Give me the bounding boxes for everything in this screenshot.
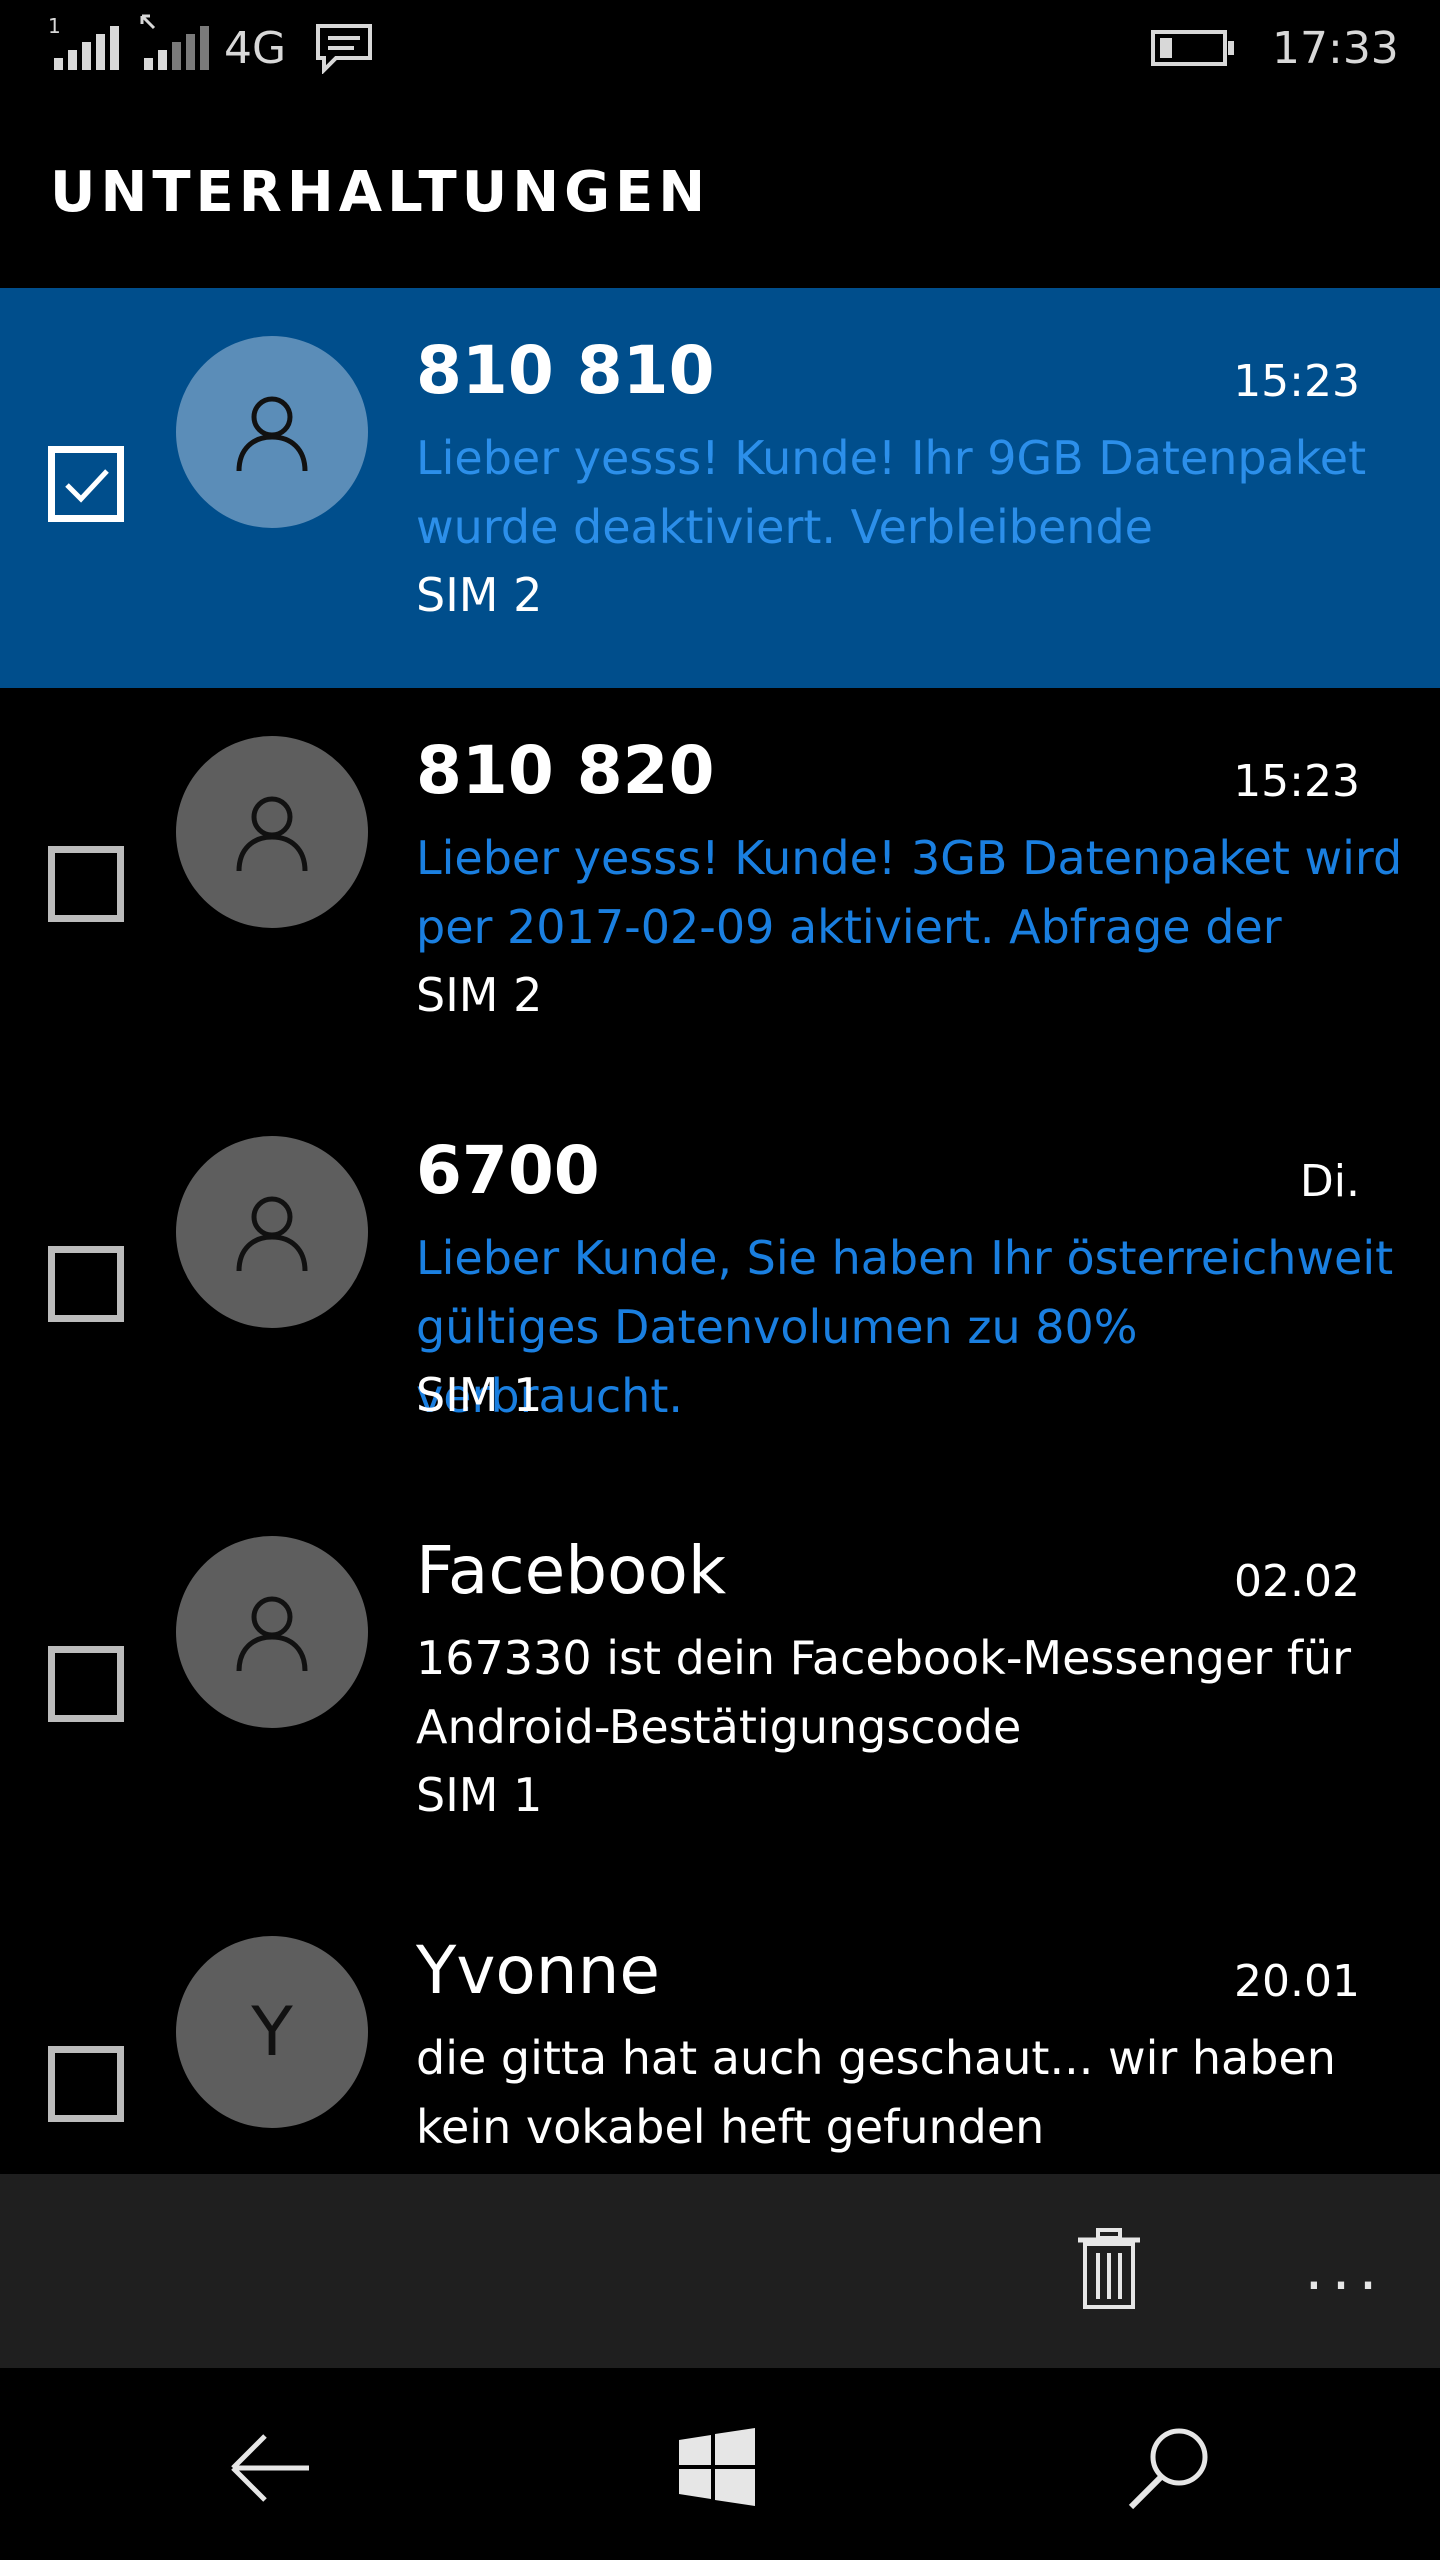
delete-button[interactable] <box>1054 2214 1164 2324</box>
message-preview: die gitta hat auch geschaut... wir haben… <box>416 2024 1406 2162</box>
conversation-row[interactable]: Y Yvonne 20.01 die gitta hat auch gescha… <box>0 1888 1440 2174</box>
contact-avatar[interactable] <box>176 1536 368 1728</box>
contact-avatar[interactable] <box>176 1136 368 1328</box>
person-icon <box>236 396 308 472</box>
preview-line: per 2017-02-09 aktiviert. Abfrage der <box>416 900 1282 954</box>
conversation-list[interactable]: 810 810 15:23 Lieber yesss! Kunde! Ihr 9… <box>0 288 1440 2174</box>
contact-name: Facebook <box>416 1532 727 1609</box>
select-checkbox[interactable] <box>48 1246 124 1322</box>
sim-label: SIM 2 <box>416 568 543 622</box>
preview-line: die gitta hat auch geschaut... wir haben <box>416 2031 1336 2085</box>
select-checkbox[interactable] <box>48 1646 124 1722</box>
select-checkbox[interactable] <box>48 846 124 922</box>
network-type: 4G <box>224 22 287 74</box>
person-icon <box>236 796 308 872</box>
preview-line: wurde deaktiviert. Verbleibende <box>416 500 1153 554</box>
message-time: 20.01 <box>1234 1956 1360 2007</box>
message-time: 15:23 <box>1233 356 1360 407</box>
sim-label: SIM 2 <box>416 968 543 1022</box>
sim-label: SIM 1 <box>416 1368 543 1422</box>
page-title: UNTERHALTUNGEN <box>50 160 711 225</box>
message-time: 02.02 <box>1234 1556 1360 1607</box>
conversation-row[interactable]: Facebook 02.02 167330 ist dein Facebook-… <box>0 1488 1440 1888</box>
contact-name: 810 810 <box>416 332 715 409</box>
search-button[interactable] <box>1110 2408 1230 2528</box>
person-icon <box>236 1596 308 1672</box>
contact-avatar[interactable]: Y <box>176 1936 368 2128</box>
sim-label: SIM 1 <box>416 1768 543 1822</box>
back-button[interactable] <box>210 2408 330 2528</box>
message-preview: Lieber Kunde, Sie haben Ihr österreichwe… <box>416 1224 1406 1431</box>
message-time: Di. <box>1299 1156 1360 1207</box>
conversation-row[interactable]: 810 820 15:23 Lieber yesss! Kunde! 3GB D… <box>0 688 1440 1088</box>
home-button[interactable] <box>657 2408 777 2528</box>
avatar-initial: Y <box>251 1992 293 2072</box>
message-notification-icon <box>314 18 374 78</box>
preview-line: kein vokabel heft gefunden <box>416 2100 1045 2154</box>
trash-icon <box>1078 2228 1140 2309</box>
conversation-row[interactable]: 810 810 15:23 Lieber yesss! Kunde! Ihr 9… <box>0 288 1440 688</box>
battery-icon <box>1150 18 1236 78</box>
message-time: 15:23 <box>1233 756 1360 807</box>
message-preview: Lieber yesss! Kunde! 3GB Datenpaket wird… <box>416 824 1406 962</box>
select-checkbox[interactable] <box>48 446 124 522</box>
contact-name: 810 820 <box>416 732 715 809</box>
windows-logo-icon <box>679 2428 755 2506</box>
select-checkbox[interactable] <box>48 2046 124 2122</box>
navigation-bar <box>0 2368 1440 2560</box>
signal-sim2-icon <box>138 14 209 78</box>
contact-name: 6700 <box>416 1132 600 1209</box>
preview-line: gültiges Datenvolumen zu 80% verbraucht. <box>416 1300 1138 1423</box>
back-arrow-icon <box>231 2434 309 2502</box>
message-preview: 167330 ist dein Facebook-Messenger für A… <box>416 1624 1406 1762</box>
search-icon <box>1128 2428 1208 2510</box>
more-button[interactable]: ... <box>1290 2214 1400 2324</box>
preview-line: 167330 ist dein Facebook-Messenger für <box>416 1631 1352 1685</box>
preview-line: Android-Bestätigungscode <box>416 1700 1022 1754</box>
signal-sim1-icon: 1 <box>48 14 119 78</box>
contact-avatar[interactable] <box>176 736 368 928</box>
app-bar: ... <box>0 2174 1440 2368</box>
sim1-label: 1 <box>48 14 61 38</box>
preview-line: Lieber yesss! Kunde! 3GB Datenpaket wird <box>416 831 1403 885</box>
preview-line: Lieber yesss! Kunde! Ihr 9GB Datenpaket <box>416 431 1367 485</box>
message-preview: Lieber yesss! Kunde! Ihr 9GB Datenpaket … <box>416 424 1406 562</box>
status-bar: 1 4G 17:33 <box>0 0 1440 100</box>
preview-line: Lieber Kunde, Sie haben Ihr österreichwe… <box>416 1231 1394 1285</box>
more-dots: ... <box>1304 2234 1386 2304</box>
clock: 17:33 <box>1272 22 1399 74</box>
person-icon <box>236 1196 308 1272</box>
conversation-row[interactable]: 6700 Di. Lieber Kunde, Sie haben Ihr öst… <box>0 1088 1440 1488</box>
checkmark-icon <box>65 469 109 503</box>
contact-avatar[interactable] <box>176 336 368 528</box>
contact-name: Yvonne <box>416 1932 661 2009</box>
